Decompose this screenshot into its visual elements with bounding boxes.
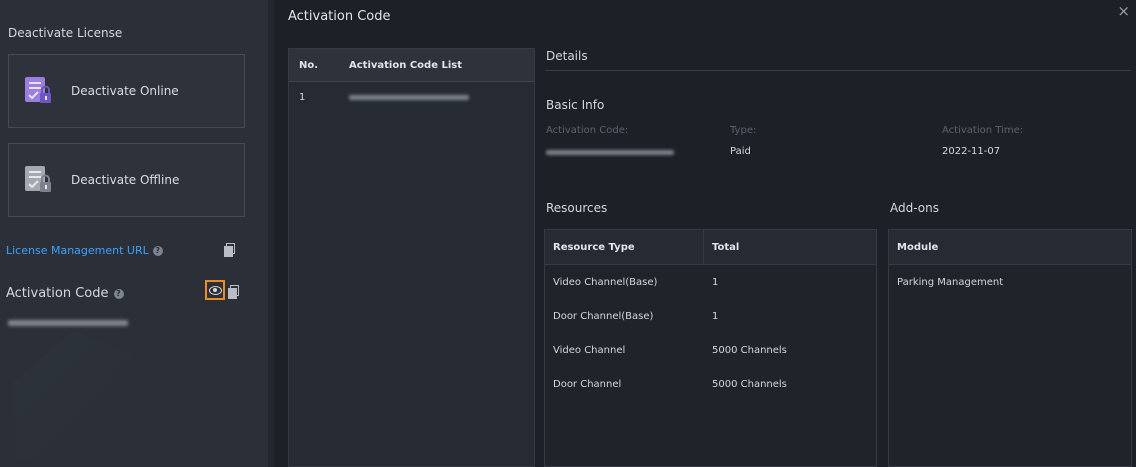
type-field-label: Type:	[730, 125, 757, 136]
help-icon[interactable]: ?	[152, 245, 163, 256]
deactivate-online-label: Deactivate Online	[71, 84, 179, 98]
table-row: Door Channel 5000 Channels	[545, 367, 876, 401]
resource-type-cell: Video Channel(Base)	[553, 276, 658, 288]
addon-module-cell: Parking Management	[897, 276, 1004, 288]
resource-type-cell: Video Channel	[553, 344, 626, 356]
resource-total-cell: 1	[712, 310, 719, 322]
table-row: Video Channel 5000 Channels	[545, 333, 876, 367]
list-item-code-masked	[349, 94, 469, 100]
addons-table-header: Module	[889, 230, 1131, 265]
deactivate-offline-label: Deactivate Offline	[71, 173, 180, 187]
activation-code-value-masked	[8, 320, 128, 326]
table-row: Video Channel(Base) 1	[545, 265, 876, 299]
resources-table: Resource Type Total Video Channel(Base) …	[544, 229, 877, 467]
show-code-button[interactable]	[205, 280, 225, 300]
type-field-value: Paid	[730, 146, 751, 157]
activation-time-field-value: 2022-11-07	[942, 146, 1001, 157]
details-divider	[545, 70, 1131, 71]
list-header-no: No.	[299, 59, 319, 71]
resource-type-cell: Door Channel(Base)	[553, 310, 654, 322]
resource-total-cell: 5000 Channels	[712, 344, 787, 356]
license-management-url-label: License Management URL	[6, 244, 149, 257]
addons-table: Module Parking Management	[888, 229, 1132, 467]
resources-header-total: Total	[712, 241, 740, 253]
copy-url-icon[interactable]	[224, 243, 235, 257]
activation-code-field-label: Activation Code:	[546, 125, 629, 136]
dialog-title: Activation Code	[288, 9, 391, 24]
list-header: No. Activation Code List	[289, 49, 534, 82]
close-icon[interactable]: ×	[1117, 2, 1130, 20]
activation-code-dialog: Activation Code × No. Activation Code Li…	[274, 0, 1136, 467]
background-decoration	[14, 330, 164, 460]
resources-table-header: Resource Type Total	[545, 230, 876, 265]
copy-code-icon[interactable]	[228, 285, 239, 299]
activation-time-field-label: Activation Time:	[942, 125, 1024, 136]
left-panel: Deactivate License Deactivate Online Dea…	[0, 0, 268, 467]
deactivate-online-icon	[21, 74, 55, 108]
help-icon[interactable]: ?	[113, 288, 124, 299]
resource-total-cell: 1	[712, 276, 719, 288]
resources-title: Resources	[546, 201, 608, 215]
basic-info-title: Basic Info	[546, 98, 605, 112]
eye-icon	[208, 285, 222, 295]
list-item[interactable]: 1	[289, 82, 534, 112]
table-row: Parking Management	[889, 265, 1131, 299]
activation-code-field-masked	[546, 150, 674, 155]
list-item-no: 1	[299, 91, 306, 103]
details-title: Details	[546, 49, 588, 63]
deactivate-offline-icon	[21, 163, 55, 197]
resource-type-cell: Door Channel	[553, 378, 622, 390]
addons-header-module: Module	[897, 241, 939, 253]
deactivate-license-title: Deactivate License	[8, 26, 123, 40]
activation-code-row: Activation Code ?	[6, 286, 124, 301]
resources-header-type: Resource Type	[553, 241, 635, 253]
table-row: Door Channel(Base) 1	[545, 299, 876, 333]
deactivate-offline-button[interactable]: Deactivate Offline	[8, 143, 245, 217]
activation-code-list: No. Activation Code List 1	[288, 48, 535, 467]
deactivate-online-button[interactable]: Deactivate Online	[8, 54, 245, 128]
list-header-code: Activation Code List	[349, 59, 462, 71]
activation-code-label: Activation Code	[6, 286, 109, 301]
resource-total-cell: 5000 Channels	[712, 378, 787, 390]
addons-title: Add-ons	[890, 201, 939, 215]
license-management-url-link[interactable]: License Management URL ?	[6, 244, 163, 257]
